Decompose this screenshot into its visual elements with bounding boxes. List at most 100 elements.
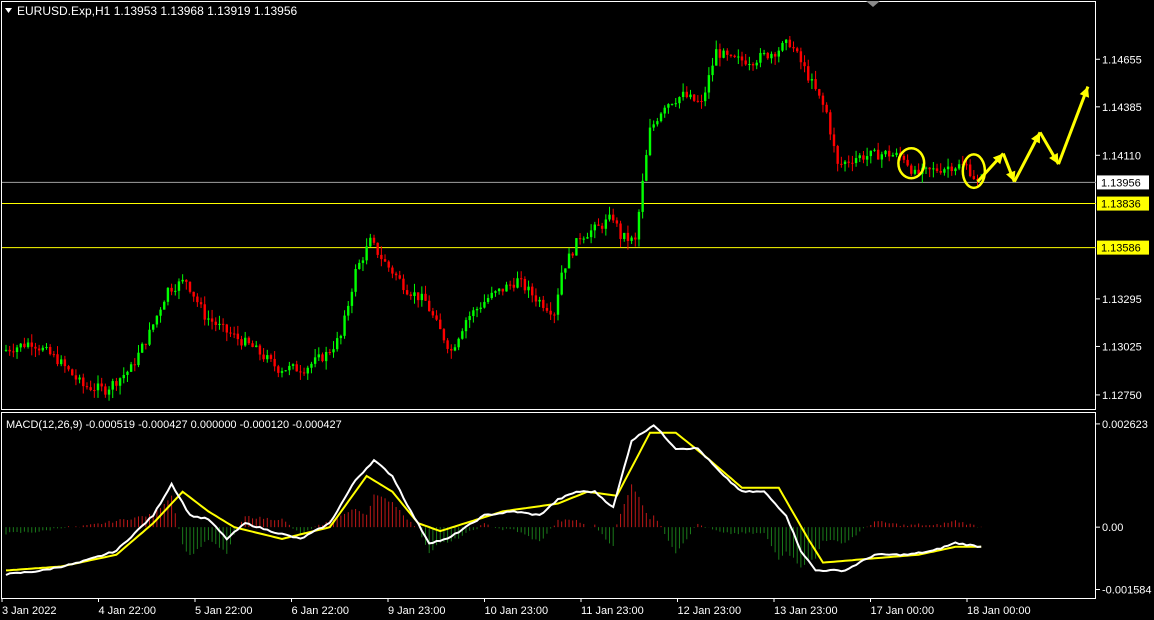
candle-body — [354, 269, 357, 292]
candle-body — [118, 378, 122, 386]
candle-body — [347, 305, 350, 316]
candle-body — [810, 79, 814, 81]
time-tick-label: 4 Jan 22:00 — [99, 605, 157, 617]
candle-body — [770, 53, 773, 59]
candle-body — [229, 332, 232, 334]
candle-body — [336, 338, 339, 350]
candle-body — [85, 386, 89, 388]
candle-body — [689, 94, 692, 98]
candle-body — [766, 52, 769, 59]
candle-body — [324, 352, 328, 362]
candle-body — [361, 260, 365, 263]
candle-body — [192, 291, 195, 297]
candle-body — [472, 310, 475, 317]
candle-body — [240, 339, 243, 346]
candle-body — [177, 281, 181, 291]
candle-body — [207, 318, 210, 320]
candle-body — [163, 301, 166, 310]
candle-body — [670, 104, 674, 106]
candle-body — [52, 354, 56, 356]
candle-body — [41, 347, 44, 351]
candle-body — [553, 314, 556, 316]
candle-body — [777, 50, 780, 57]
candle-body — [398, 275, 401, 279]
candle-body — [564, 268, 567, 273]
trading-chart[interactable]: 1.14655 1.14385 1.14110 1.13295 1.13025 1.127… — [0, 0, 1154, 620]
chart-shift-marker[interactable] — [866, 1, 880, 7]
price-levels — [2, 181, 1096, 249]
candle-body — [505, 284, 508, 292]
candle-body — [196, 296, 199, 303]
candle-body — [221, 323, 225, 325]
candle-body — [56, 354, 59, 365]
candle-body — [133, 364, 136, 366]
candle-body — [755, 62, 758, 66]
candle-body — [652, 124, 655, 128]
candle-body — [608, 214, 611, 220]
candle-body — [534, 295, 538, 302]
candle-body — [424, 293, 427, 301]
candle-body — [560, 272, 563, 295]
time-tick-label: 9 Jan 23:00 — [388, 605, 446, 617]
candle-body — [350, 291, 354, 306]
candle-body — [60, 359, 63, 365]
candle-body — [210, 318, 214, 322]
candle-body — [273, 358, 276, 367]
candle-body — [317, 354, 320, 358]
annotations — [897, 86, 1090, 190]
candle-body — [737, 56, 740, 58]
candle-body — [104, 386, 107, 395]
candle-body — [284, 370, 287, 372]
candle-body — [435, 315, 438, 320]
candle-body — [413, 292, 416, 297]
candle-body — [170, 287, 173, 292]
candle-body — [262, 354, 265, 360]
candle-body — [520, 278, 523, 280]
candle-body — [155, 315, 159, 325]
candle-body — [166, 287, 170, 302]
candle-body — [840, 163, 843, 165]
candle-body — [19, 343, 22, 348]
candle-body — [965, 164, 968, 166]
candle-body — [972, 176, 976, 179]
candle-body — [954, 168, 957, 172]
candle-body — [12, 351, 15, 353]
candle-body — [781, 42, 784, 51]
forecast-arrow-segment — [1057, 86, 1090, 165]
candle-body — [405, 290, 409, 295]
candle-body — [516, 278, 519, 288]
candle-body — [571, 253, 574, 256]
candle-body — [78, 377, 81, 380]
candle-body — [214, 321, 217, 325]
level-price-tag-label: 1.13586 — [1101, 243, 1141, 255]
candle-body — [115, 381, 118, 386]
macd-histogram — [5, 484, 982, 568]
candle-body — [582, 238, 585, 240]
candle-body — [82, 377, 85, 387]
candle-body — [431, 311, 435, 316]
candle-body — [634, 237, 637, 240]
macd-line — [5, 424, 982, 576]
candle-body — [910, 165, 913, 174]
candle-body — [280, 371, 284, 373]
candle-body — [788, 39, 792, 48]
time-tick-label: 17 Jan 00:00 — [871, 605, 935, 617]
candle-body — [365, 246, 368, 261]
candle-body — [497, 288, 501, 292]
candle-body — [464, 320, 468, 332]
time-tick-label: 12 Jan 23:00 — [678, 605, 742, 617]
candle-body — [468, 316, 471, 321]
symbol-dropdown-icon[interactable] — [5, 8, 12, 13]
candle-body — [174, 290, 177, 292]
candle-body — [751, 64, 755, 66]
candle-body — [126, 371, 129, 375]
candle-body — [935, 168, 939, 171]
candle-body — [663, 107, 666, 114]
candle-body — [508, 284, 512, 286]
candle-body — [391, 267, 394, 274]
candle-body — [8, 349, 11, 352]
candle-body — [891, 155, 895, 157]
candle-body — [825, 104, 828, 113]
candle-body — [512, 284, 516, 288]
current-price-tag-label: 1.13956 — [1101, 177, 1141, 189]
